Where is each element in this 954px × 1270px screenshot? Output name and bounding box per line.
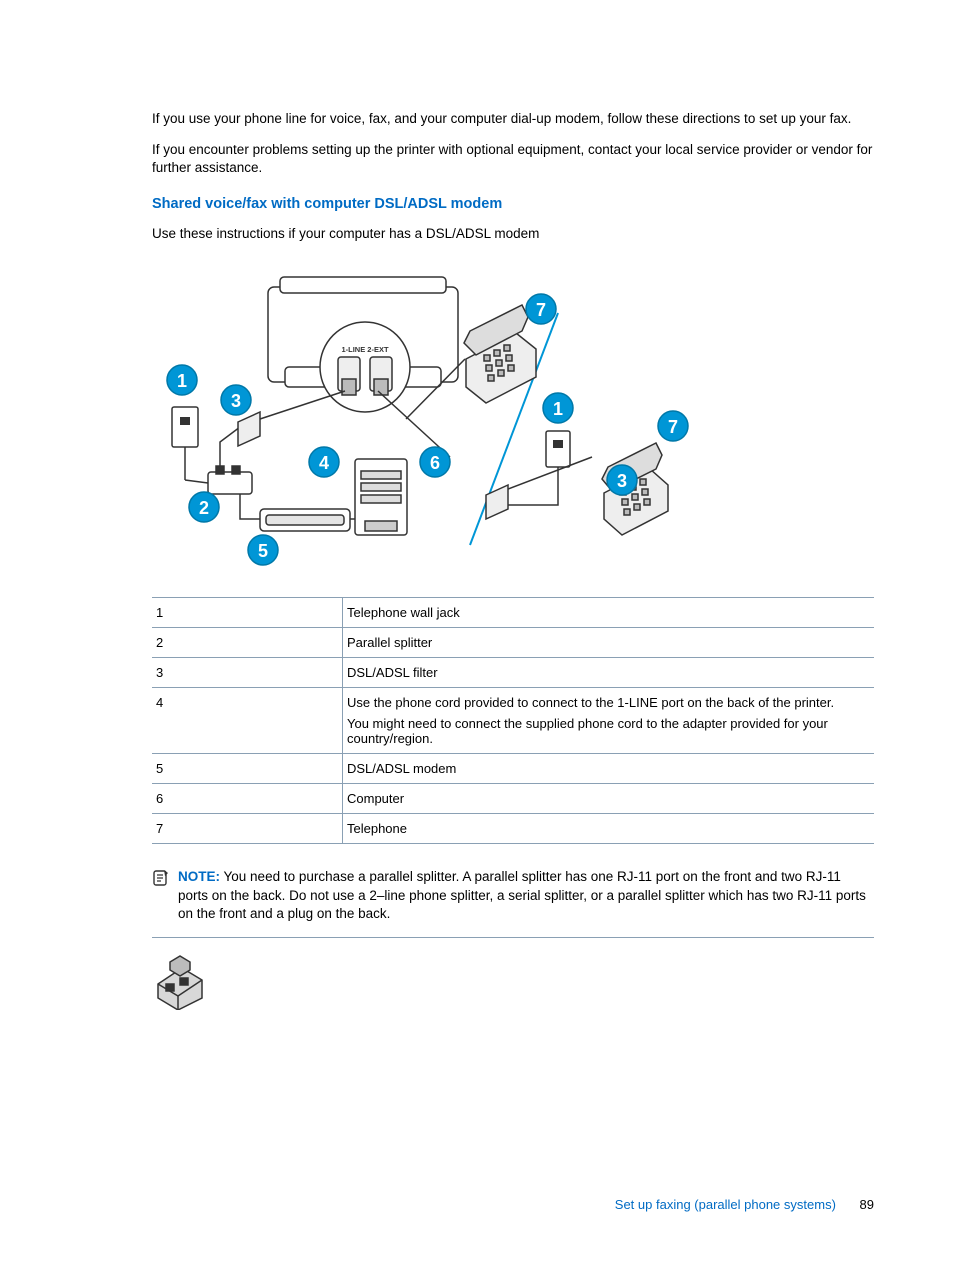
callout-desc: Computer [343,784,875,814]
table-row: 4 Use the phone cord provided to connect… [152,688,874,754]
svg-text:1: 1 [177,371,187,391]
intro-paragraph-1: If you use your phone line for voice, fa… [152,110,874,128]
svg-text:5: 5 [258,541,268,561]
svg-text:3: 3 [617,471,627,491]
connection-diagram: 1-LINE 2-EXT [160,267,690,567]
svg-text:3: 3 [231,391,241,411]
callout-table: 1 Telephone wall jack 2 Parallel splitte… [152,597,874,844]
callout-desc: DSL/ADSL filter [343,658,875,688]
callout-number: 7 [152,814,343,844]
note-label: NOTE: [178,869,220,884]
table-row: 7 Telephone [152,814,874,844]
table-row: 3 DSL/ADSL filter [152,658,874,688]
page-footer: Set up faxing (parallel phone systems) 8… [615,1197,874,1212]
table-row: 1 Telephone wall jack [152,598,874,628]
svg-text:2: 2 [199,498,209,518]
splitter-figure [152,954,874,1013]
table-row: 5 DSL/ADSL modem [152,754,874,784]
table-row: 2 Parallel splitter [152,628,874,658]
section-heading: Shared voice/fax with computer DSL/ADSL … [152,196,874,212]
page-number: 89 [860,1197,874,1212]
svg-text:1: 1 [553,399,563,419]
svg-text:6: 6 [430,453,440,473]
note-block: NOTE: You need to purchase a parallel sp… [152,868,874,938]
callout-number: 2 [152,628,343,658]
port-labels: 1-LINE 2-EXT [341,345,389,354]
callout-desc: Parallel splitter [343,628,875,658]
callout-number: 3 [152,658,343,688]
callout-number: 4 [152,688,343,754]
footer-section: Set up faxing (parallel phone systems) [615,1197,836,1212]
diagram-svg: 1-LINE 2-EXT [160,267,690,567]
intro-paragraph-2: If you encounter problems setting up the… [152,141,874,177]
callout-desc: Telephone wall jack [343,598,875,628]
callout-desc: Telephone [343,814,875,844]
svg-text:7: 7 [668,417,678,437]
callout-desc: DSL/ADSL modem [343,754,875,784]
svg-text:4: 4 [319,453,329,473]
svg-text:7: 7 [536,300,546,320]
section-intro: Use these instructions if your computer … [152,225,874,243]
callout-number: 5 [152,754,343,784]
callout-number: 1 [152,598,343,628]
note-icon [152,869,172,890]
callout-number: 6 [152,784,343,814]
table-row: 6 Computer [152,784,874,814]
callout-desc: Use the phone cord provided to connect t… [343,688,875,754]
note-text: You need to purchase a parallel splitter… [178,869,866,920]
